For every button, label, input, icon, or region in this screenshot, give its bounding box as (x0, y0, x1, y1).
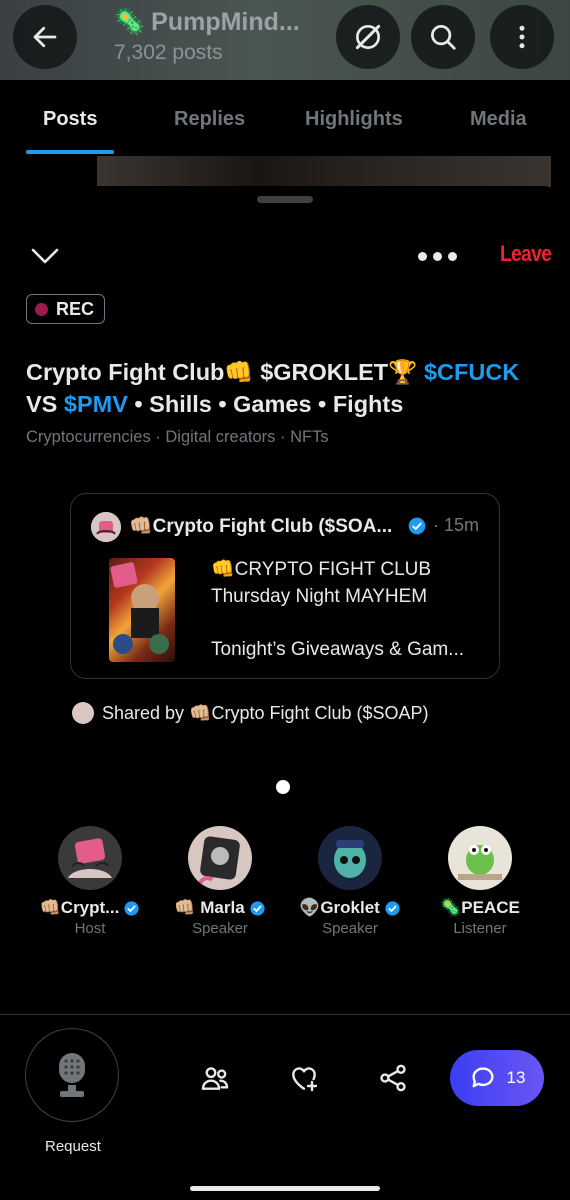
request-to-speak-button[interactable] (25, 1028, 119, 1122)
carousel-indicator (276, 780, 290, 794)
participant-name-row: 👊🏼 Marla (155, 898, 285, 918)
tab-replies[interactable]: Replies (174, 108, 245, 131)
participant-name: 🦠PEACE (440, 898, 520, 917)
participant-name: 👊🏼 Marla (174, 898, 245, 917)
title-text: Crypto Fight Club👊 $GROKLET🏆 (26, 359, 424, 385)
post-text: 👊CRYPTO FIGHT CLUB Thursday Night MAYHEM… (211, 556, 464, 663)
chat-bubble-icon (472, 1067, 494, 1088)
active-tab-indicator (26, 150, 114, 154)
verified-badge-icon (250, 900, 265, 916)
tab-posts[interactable]: Posts (43, 108, 97, 131)
chat-count: 13 (506, 1068, 526, 1087)
chat-button[interactable]: 13 (450, 1050, 544, 1106)
verified-badge-icon (124, 900, 139, 916)
verified-badge-icon (385, 900, 400, 916)
verified-badge-icon (407, 516, 427, 541)
cashtag-link[interactable]: $CFUCK (424, 359, 519, 385)
participant-role: Speaker (322, 920, 378, 937)
share-icon (380, 1064, 406, 1092)
avatar (318, 826, 382, 890)
avatar (448, 826, 512, 890)
share-button[interactable] (377, 1062, 409, 1099)
leave-button[interactable]: Leave (500, 242, 552, 267)
shared-post-card[interactable]: 👊🏼Crypto Fight Club ($SOA... · 15m 👊CRYP… (70, 493, 500, 679)
space-more-button[interactable] (418, 252, 457, 261)
more-options-button[interactable] (490, 5, 554, 69)
tab-highlights[interactable]: Highlights (305, 108, 403, 131)
minimize-button[interactable] (30, 246, 60, 271)
profile-header: 🦠 PumpMind... 7,302 posts (0, 0, 570, 80)
participant-role: Speaker (192, 920, 248, 937)
participant-role: Host (74, 920, 106, 937)
title-text: VS (26, 391, 64, 417)
people-icon (201, 1067, 229, 1090)
dot-icon (448, 252, 457, 261)
heart-plus-icon (292, 1067, 318, 1092)
posts-count: 7,302 posts (114, 41, 223, 64)
participant-listener-peace[interactable]: 🦠PEACE Listener (415, 826, 545, 937)
post-time: · 15m (433, 515, 480, 535)
shared-by-row: Shared by 👊🏼Crypto Fight Club ($SOAP) (72, 702, 429, 724)
react-button[interactable] (288, 1062, 320, 1099)
shared-by-text: Shared by 👊🏼Crypto Fight Club ($SOAP) (102, 702, 429, 723)
post-line: 👊CRYPTO FIGHT CLUB (211, 559, 432, 580)
grok-icon (355, 24, 381, 50)
recording-badge: REC (26, 294, 106, 324)
record-dot-icon (35, 302, 48, 316)
participant-name: 👊🏼Crypt... (39, 898, 120, 917)
profile-title-block: 🦠 PumpMind... 7,302 posts (114, 8, 300, 65)
rec-label: REC (56, 298, 95, 319)
post-author-name: 👊🏼Crypto Fight Club ($SOA... (129, 516, 393, 537)
tab-media[interactable]: Media (470, 108, 527, 131)
back-button[interactable] (13, 5, 77, 69)
participants-button[interactable] (199, 1062, 231, 1099)
request-label: Request (45, 1138, 101, 1155)
space-title: Crypto Fight Club👊 $GROKLET🏆 $CFUCK VS $… (26, 356, 546, 420)
avatar (58, 826, 122, 890)
participant-name-row: 👽Groklet (285, 898, 415, 918)
space-topics: Cryptocurrencies · Digital creators · NF… (26, 428, 329, 446)
sharer-avatar (72, 702, 94, 724)
dot-icon (433, 252, 442, 261)
author-avatar (91, 512, 121, 542)
participant-host[interactable]: 👊🏼Crypt... Host (25, 826, 155, 937)
cashtag-link[interactable]: $PMV (64, 391, 128, 417)
post-image-thumbnail[interactable] (109, 558, 175, 662)
participant-name-row: 👊🏼Crypt... (25, 898, 155, 918)
search-button[interactable] (411, 5, 475, 69)
controls-divider (0, 1014, 570, 1015)
home-indicator[interactable] (190, 1186, 380, 1191)
microphone-icon (59, 1053, 85, 1097)
post-line: Tonight’s Giveaways & Gam... (211, 639, 465, 660)
participant-speaker-groklet[interactable]: 👽Groklet Speaker (285, 826, 415, 937)
participant-role: Listener (453, 920, 507, 937)
chevron-down-icon (31, 248, 59, 264)
grok-button[interactable] (336, 5, 400, 69)
post-line: Thursday Night MAYHEM (211, 586, 428, 607)
space-sheet: Leave REC Crypto Fight Club👊 $GROKLET🏆 $… (0, 186, 570, 1200)
participant-speaker-marla[interactable]: 👊🏼 Marla Speaker (155, 826, 285, 937)
more-vertical-icon (519, 25, 525, 49)
sheet-drag-handle[interactable] (257, 196, 313, 203)
search-icon (431, 25, 456, 50)
microbe-icon: 🦠 (114, 8, 146, 36)
profile-tabs: Posts Replies Highlights Media (0, 80, 570, 156)
profile-name: 🦠 PumpMind... (114, 8, 300, 36)
participant-name: 👽Groklet (299, 898, 380, 917)
title-text: • Shills • Games • Fights (127, 391, 404, 417)
participant-name-row: 🦠PEACE (415, 898, 545, 918)
avatar (188, 826, 252, 890)
dot-icon (418, 252, 427, 261)
back-arrow-icon (33, 26, 57, 48)
